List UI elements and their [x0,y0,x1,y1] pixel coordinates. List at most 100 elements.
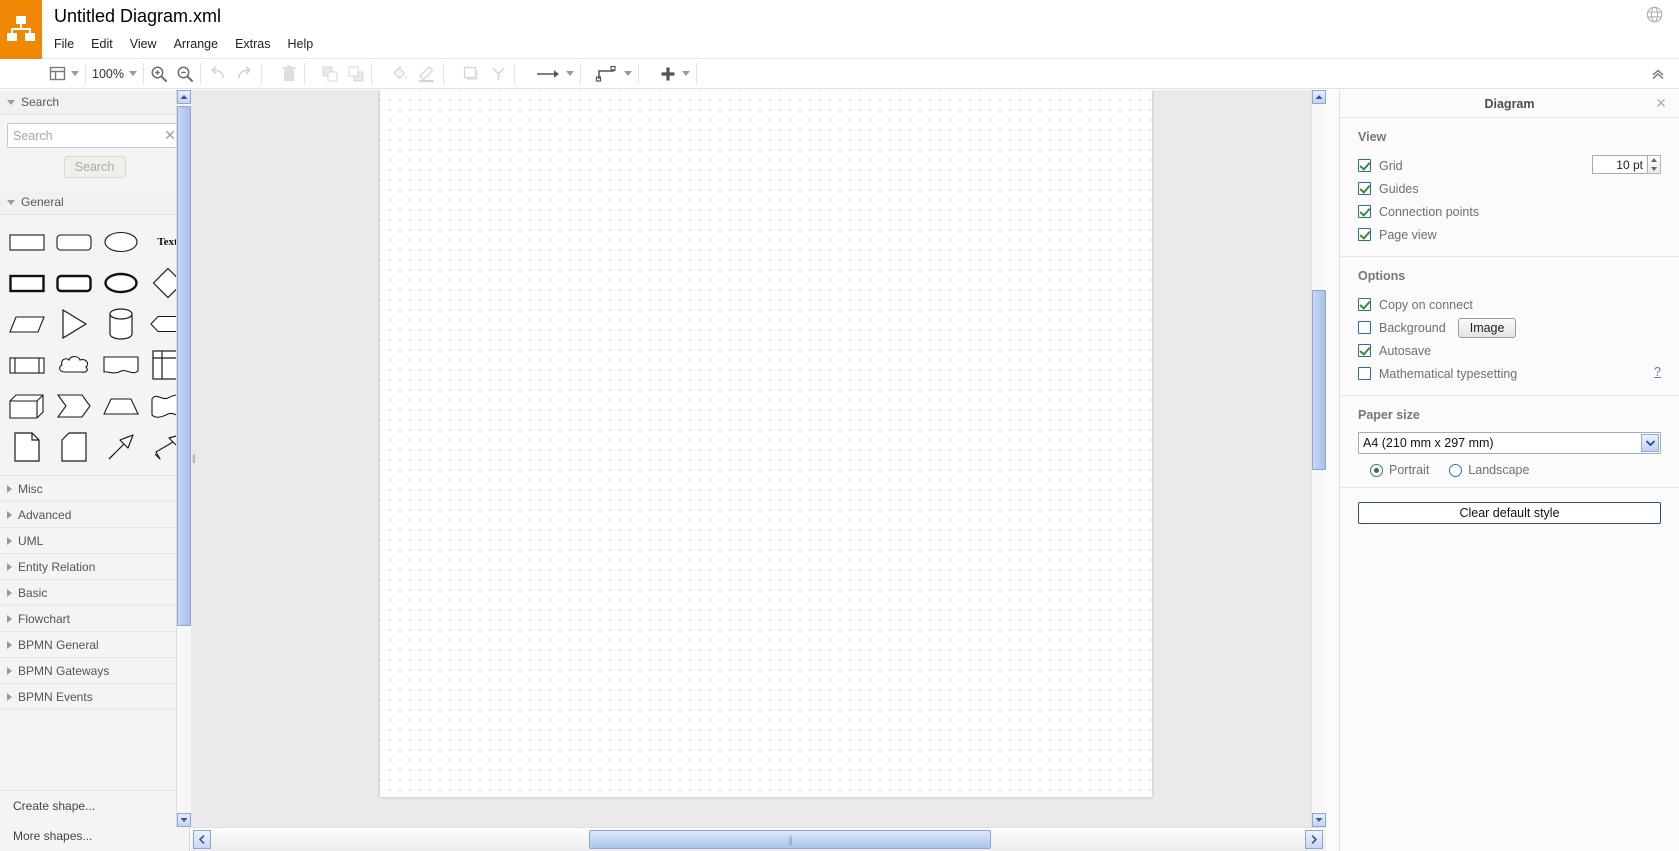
canvas-horizontal-scrollbar[interactable]: || [191,827,1325,851]
page-view-label[interactable]: Page view [1379,228,1437,242]
diagram-page[interactable] [380,90,1152,797]
search-section-header[interactable]: Search [0,90,189,115]
grid-size-input[interactable] [1592,155,1648,174]
canvas-scroll-right-button[interactable] [1305,830,1323,849]
paper-size-select[interactable]: A4 (210 mm x 297 mm) [1358,432,1661,454]
portrait-label[interactable]: Portrait [1389,463,1429,477]
search-input[interactable] [7,123,182,148]
more-shapes-button[interactable]: More shapes... [0,821,189,851]
chevron-down-icon[interactable] [1641,434,1659,452]
canvas-vertical-scrollbar[interactable] [1311,90,1326,827]
menu-file[interactable]: File [54,35,83,53]
bring-to-front-button[interactable] [317,61,343,87]
autosave-checkbox[interactable] [1358,344,1371,357]
shape-note[interactable] [6,426,47,467]
insert-button[interactable] [655,61,694,87]
shape-step[interactable] [53,385,94,426]
fill-color-button[interactable] [386,61,413,87]
library-bpmn-gateways[interactable]: BPMN Gateways [0,658,189,684]
library-entity-relation[interactable]: Entity Relation [0,554,189,580]
shape-cube[interactable] [6,385,47,426]
background-checkbox[interactable] [1358,321,1371,334]
shape-rectangle[interactable] [6,221,47,262]
sidebar-scroll-up-button[interactable] [177,90,191,104]
canvas-scroll-left-button[interactable] [193,830,211,849]
shape-square-bold[interactable] [6,262,47,303]
line-color-button[interactable] [413,61,441,87]
shape-arrow[interactable] [100,426,141,467]
redo-button[interactable] [231,61,259,87]
menu-arrange[interactable]: Arrange [174,35,227,53]
shape-document[interactable] [100,344,141,385]
zoom-level-button[interactable]: 100% [88,61,141,87]
create-shape-button[interactable]: Create shape... [0,791,189,821]
edge-style-button[interactable] [591,61,636,87]
shape-process[interactable] [6,344,47,385]
canvas-scroll-h-thumb[interactable]: || [589,830,991,849]
portrait-radio[interactable] [1370,463,1383,477]
diagram-canvas[interactable] [191,90,1325,827]
autosave-label[interactable]: Autosave [1379,344,1431,358]
shape-cylinder[interactable] [100,303,141,344]
grid-checkbox[interactable] [1358,159,1371,172]
language-globe-icon[interactable] [1646,6,1663,23]
connection-points-label[interactable]: Connection points [1379,205,1479,219]
delete-button[interactable] [276,61,302,87]
view-layout-button[interactable] [45,61,83,87]
canvas-scroll-up-button[interactable] [1312,90,1326,104]
library-advanced[interactable]: Advanced [0,502,189,528]
sidebar-scroll-down-button[interactable] [177,813,191,827]
shape-ellipse[interactable] [100,221,141,262]
send-to-back-button[interactable] [343,61,369,87]
zoom-in-button[interactable] [146,61,172,87]
grid-size-spinner[interactable] [1648,155,1661,174]
math-help-link[interactable]: ? [1654,365,1661,379]
collapse-toolbar-button[interactable] [1647,63,1669,85]
library-uml[interactable]: UML [0,528,189,554]
landscape-label[interactable]: Landscape [1468,463,1529,477]
shape-card[interactable] [53,426,94,467]
shape-cloud[interactable] [53,344,94,385]
page-view-checkbox[interactable] [1358,228,1371,241]
library-bpmn-general[interactable]: BPMN General [0,632,189,658]
menu-view[interactable]: View [130,35,166,53]
sidebar-scroll-thumb[interactable] [177,106,191,626]
spinner-up-button[interactable] [1648,156,1660,165]
canvas-scroll-thumb[interactable] [1312,290,1326,470]
shape-triangle[interactable] [53,303,94,344]
shape-trapezoid[interactable] [100,385,141,426]
clear-search-icon[interactable]: ✕ [163,127,177,143]
grid-label[interactable]: Grid [1379,159,1403,173]
library-misc[interactable]: Misc [0,476,189,502]
menu-help[interactable]: Help [288,35,323,53]
copy-on-connect-checkbox[interactable] [1358,298,1371,311]
waypoints-button[interactable] [485,61,512,87]
spinner-down-button[interactable] [1648,165,1660,174]
close-icon[interactable]: ✕ [1653,95,1669,111]
guides-label[interactable]: Guides [1379,182,1419,196]
library-bpmn-events[interactable]: BPMN Events [0,684,189,710]
clear-default-style-button[interactable]: Clear default style [1358,502,1661,524]
shape-rounded-rectangle[interactable] [53,221,94,262]
math-typesetting-label[interactable]: Mathematical typesetting [1379,367,1517,381]
copy-on-connect-label[interactable]: Copy on connect [1379,298,1473,312]
shape-parallelogram[interactable] [6,303,47,344]
search-button[interactable]: Search [63,156,126,178]
undo-button[interactable] [203,61,231,87]
menu-edit[interactable]: Edit [91,35,122,53]
shadow-button[interactable] [458,61,485,87]
shape-circle-bold[interactable] [100,262,141,303]
connection-points-checkbox[interactable] [1358,205,1371,218]
background-image-button[interactable]: Image [1457,317,1517,338]
general-section-header[interactable]: General [0,190,189,215]
sidebar-splitter[interactable]: || [191,90,196,827]
landscape-radio[interactable] [1449,463,1463,477]
menu-extras[interactable]: Extras [235,35,279,53]
guides-checkbox[interactable] [1358,182,1371,195]
math-typesetting-checkbox[interactable] [1358,367,1371,380]
sidebar-scrollbar[interactable] [176,90,191,827]
background-label[interactable]: Background [1379,321,1446,335]
connection-arrow-button[interactable] [531,61,578,87]
zoom-out-button[interactable] [172,61,198,87]
shape-rounded-bold[interactable] [53,262,94,303]
